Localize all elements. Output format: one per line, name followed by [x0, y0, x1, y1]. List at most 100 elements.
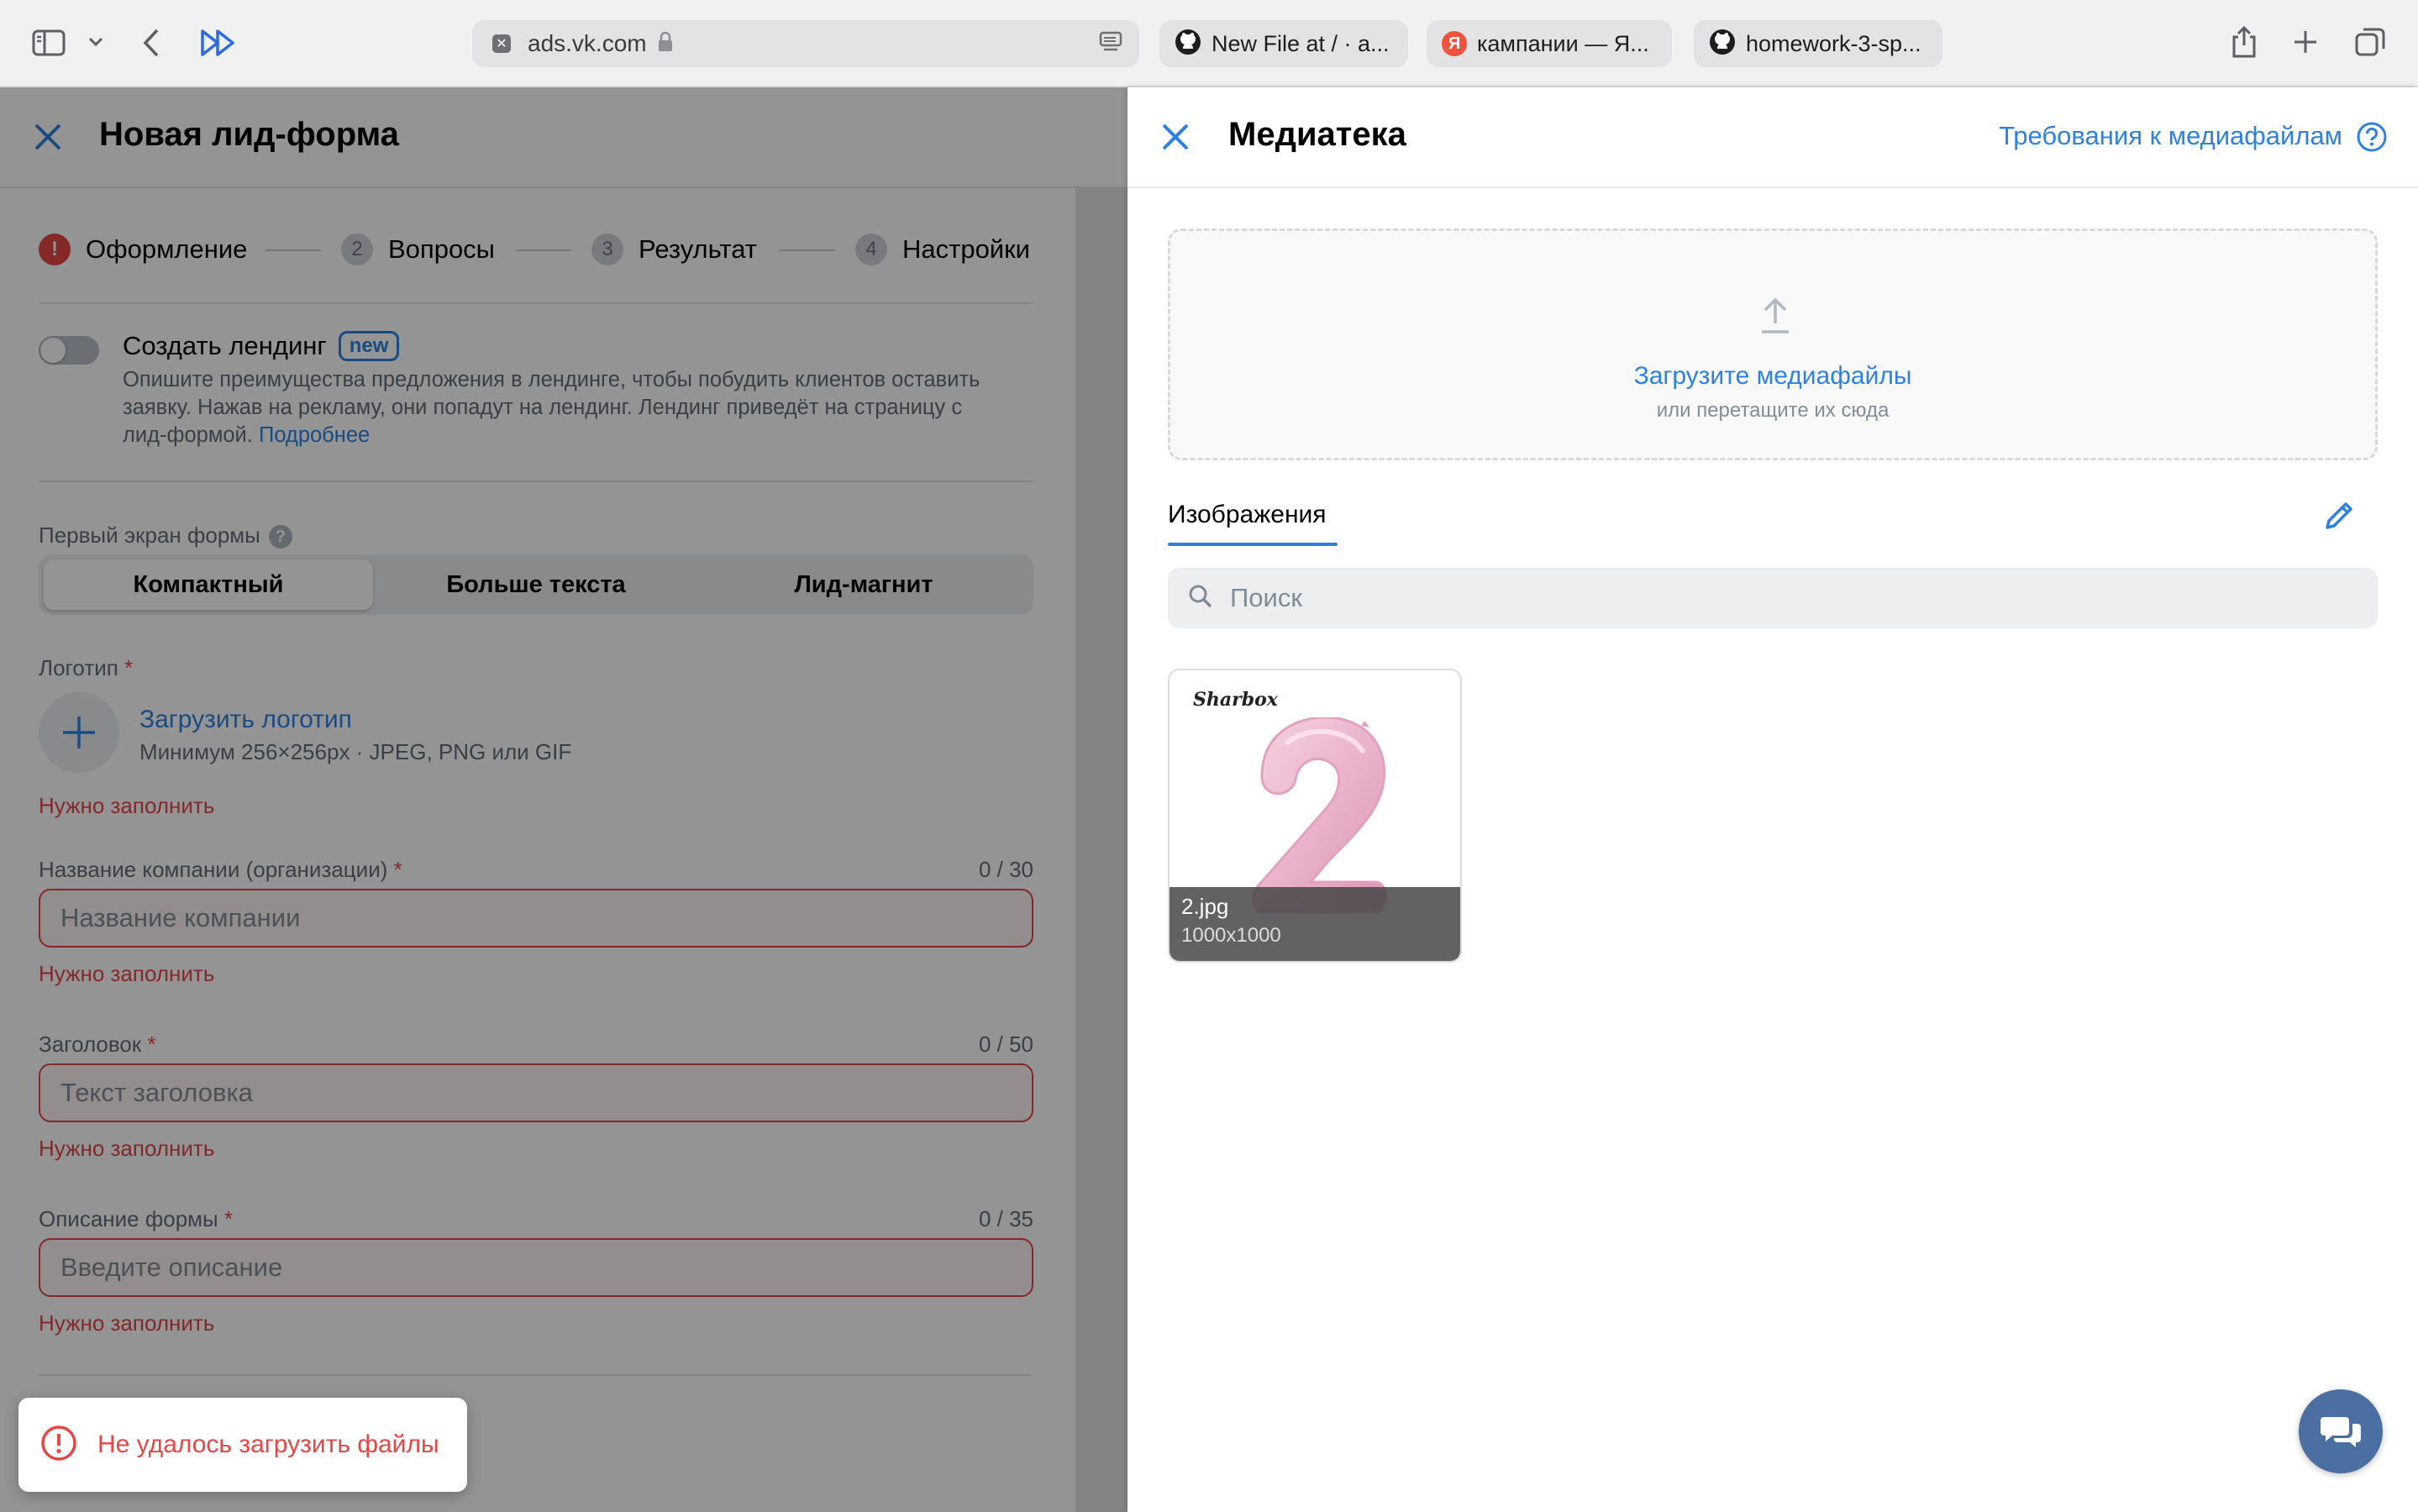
required-mark: * — [393, 857, 402, 882]
media-dropzone[interactable]: Загрузите медиафайлы или перетащите их с… — [1168, 228, 2378, 460]
error-circle-icon — [40, 1425, 77, 1466]
step-design[interactable]: ! Оформление — [39, 228, 247, 270]
page-title: Новая лид-форма — [99, 116, 399, 153]
error-toast-message: Не удалось загрузить файлы — [97, 1431, 439, 1458]
error-indicator-icon: ! — [39, 234, 71, 265]
create-landing-label: Создать лендинг — [123, 331, 327, 360]
toggle-knob — [40, 338, 66, 363]
section-divider — [39, 302, 1033, 304]
lead-form-header: Новая лид-форма — [0, 87, 1128, 188]
error-toast: Не удалось загрузить файлы — [18, 1398, 467, 1492]
heading-error: Нужно заполнить — [39, 1136, 215, 1161]
reader-mode-icon[interactable] — [1099, 31, 1124, 57]
tab-overview-icon[interactable] — [2354, 27, 2386, 57]
description-error: Нужно заполнить — [39, 1310, 215, 1336]
step-divider — [780, 249, 835, 251]
new-badge: new — [338, 331, 400, 361]
address-url: ads.vk.com — [528, 30, 647, 56]
help-icon[interactable]: ? — [268, 525, 292, 549]
company-name-placeholder: Название компании — [60, 903, 301, 932]
more-link[interactable]: Подробнее — [259, 423, 370, 447]
browser-tab-github-new-file[interactable]: New File at / · a... — [1159, 20, 1408, 67]
company-counter: 0 / 30 — [978, 857, 1033, 882]
upload-logo-link[interactable]: Загрузить логотип — [139, 706, 352, 734]
help-circle-icon[interactable] — [2356, 121, 2388, 157]
required-mark: * — [147, 1032, 156, 1057]
heading-input[interactable]: Текст заголовка — [39, 1063, 1033, 1122]
heading-label: Заголовок * — [39, 1032, 156, 1058]
browser-tab-github-homework[interactable]: homework-3-sp... — [1694, 20, 1942, 67]
step-number: 3 — [591, 234, 623, 265]
lead-form-panel: Новая лид-форма ! Оформление 2 Вопросы 3… — [0, 87, 1128, 1512]
media-requirements-link[interactable]: Требования к медиафайлам — [1999, 121, 2342, 151]
step-result[interactable]: 3 Результат — [591, 228, 757, 270]
landing-description: Опишите преимущества предложения в ленди… — [123, 366, 1005, 449]
chat-support-button[interactable] — [2299, 1389, 2383, 1473]
add-logo-button[interactable] — [39, 692, 119, 773]
heading-placeholder: Текст заголовка — [60, 1078, 253, 1107]
chat-bubbles-icon — [2321, 1417, 2361, 1447]
chevron-down-icon[interactable] — [87, 35, 104, 49]
description-counter: 0 / 35 — [978, 1206, 1033, 1231]
description-input[interactable]: Введите описание — [39, 1238, 1033, 1297]
search-placeholder: Поиск — [1230, 583, 1302, 612]
browser-tab-title: New File at / · a... — [1212, 30, 1390, 56]
option-compact[interactable]: Компактный — [44, 559, 373, 610]
scrollbar-track[interactable] — [1075, 188, 1128, 1512]
required-mark: * — [124, 655, 134, 680]
option-more-text[interactable]: Больше текста — [371, 559, 701, 610]
section-divider — [39, 1374, 1033, 1376]
close-icon[interactable] — [32, 121, 64, 157]
media-file-size: 1000x1000 — [1181, 924, 1281, 947]
required-mark: * — [223, 1206, 234, 1231]
company-label: Название компании (организации) * — [39, 857, 402, 883]
upload-arrow-icon — [1758, 295, 1792, 339]
upload-media-link[interactable]: Загрузите медиафайлы — [1170, 362, 2375, 391]
active-tab-indicator — [1168, 543, 1338, 546]
pencil-icon[interactable] — [2321, 497, 2358, 538]
company-name-input[interactable]: Название компании — [39, 889, 1033, 948]
step-settings[interactable]: 4 Настройки — [855, 228, 1030, 270]
lock-icon — [657, 31, 674, 57]
form-steps: ! Оформление 2 Вопросы 3 Результат 4 Нас… — [39, 228, 1047, 270]
browser-tab-yandex-campaigns[interactable]: Я кампании — Я... — [1427, 20, 1672, 67]
landing-description-text: Опишите преимущества предложения в ленди… — [123, 368, 980, 447]
media-file-card[interactable]: Sharbox 2.jpg 1000x1000 — [1168, 669, 1462, 963]
first-screen-selector: Компактный Больше текста Лид-магнит — [39, 554, 1033, 615]
step-divider — [265, 249, 321, 251]
step-divider — [516, 249, 571, 251]
create-landing-toggle[interactable] — [39, 336, 99, 365]
new-tab-plus-icon[interactable] — [2292, 29, 2319, 55]
media-library-header: Медиатека Требования к медиафайлам — [1128, 87, 2418, 188]
back-arrow-icon[interactable] — [141, 27, 161, 59]
step-questions[interactable]: 2 Вопросы — [341, 228, 495, 270]
yandex-icon: Я — [1442, 31, 1467, 56]
step-label: Вопросы — [388, 234, 495, 264]
sidebar-toggle-icon[interactable] — [32, 29, 67, 57]
first-screen-label: Первый экран формы? — [39, 522, 292, 549]
search-icon — [1188, 584, 1213, 613]
logo-label-text: Логотип — [39, 655, 118, 680]
description-label-text: Описание формы — [39, 1206, 218, 1231]
forward-extension-icon[interactable] — [200, 29, 237, 57]
tab-images[interactable]: Изображения — [1168, 501, 1327, 529]
description-placeholder: Введите описание — [60, 1252, 283, 1282]
share-icon[interactable] — [2230, 25, 2258, 59]
step-label: Оформление — [86, 234, 248, 264]
address-bar[interactable]: ✕ ads.vk.com — [472, 20, 1139, 67]
media-search-input[interactable]: Поиск — [1168, 568, 2378, 628]
media-library-panel: Медиатека Требования к медиафайлам Загру… — [1128, 87, 2418, 1512]
logo-hint: Минимум 256×256px · JPEG, PNG или GIF — [139, 739, 572, 764]
github-icon — [1175, 29, 1201, 60]
heading-label-text: Заголовок — [39, 1032, 142, 1057]
company-label-text: Название компании (организации) — [39, 857, 388, 882]
close-icon[interactable] — [1159, 121, 1191, 157]
browser-tab-title: homework-3-sp... — [1746, 30, 1921, 56]
option-lead-magnet[interactable]: Лид-магнит — [699, 559, 1028, 610]
step-number: 2 — [341, 234, 373, 265]
section-divider — [39, 480, 1033, 482]
step-label: Результат — [639, 234, 757, 264]
step-number: 4 — [855, 234, 887, 265]
media-file-name: 2.jpg — [1181, 894, 1229, 919]
upload-media-hint: или перетащите их сюда — [1656, 399, 1890, 422]
